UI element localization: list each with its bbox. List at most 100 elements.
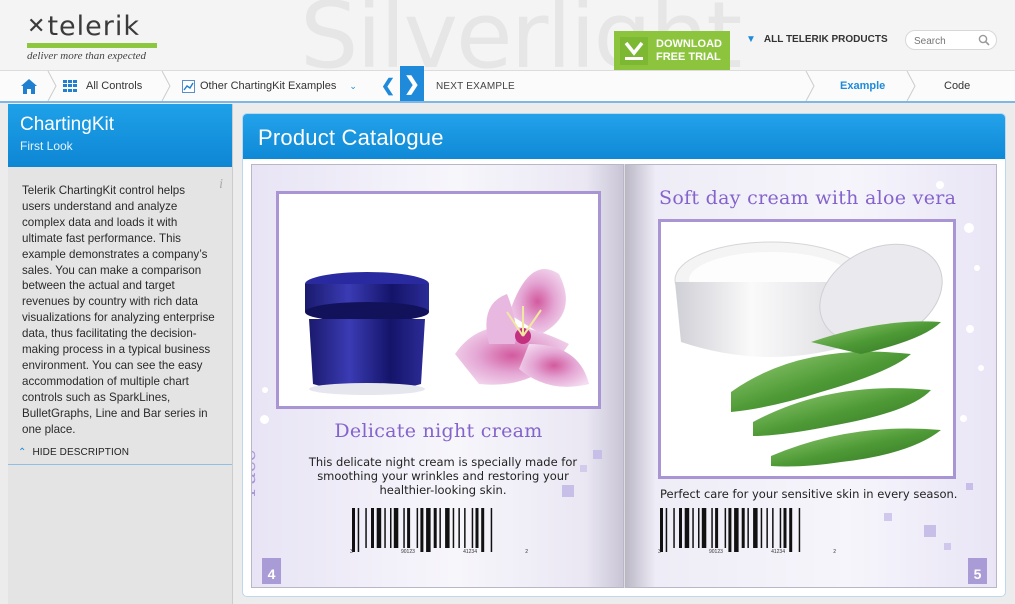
catalogue-page-right[interactable]: Soft day cream with aloe vera Perfect ca… <box>625 164 997 588</box>
barcode-bar <box>728 508 732 552</box>
barcode-digit: 90123 <box>400 549 415 555</box>
decor-square <box>924 525 936 537</box>
barcode-bar <box>711 508 713 548</box>
barcode-bar <box>772 508 774 548</box>
barcode-bar <box>376 508 382 548</box>
barcode-bar <box>365 508 367 548</box>
day-cream-photo <box>658 219 956 479</box>
day-cream-image <box>661 222 953 476</box>
download-free-trial-button[interactable]: DOWNLOAD FREE TRIAL <box>614 31 730 70</box>
sidebar-subtitle: First Look <box>20 139 73 153</box>
all-products-dropdown[interactable]: ▼ ALL TELERIK PRODUCTS <box>746 34 888 45</box>
barcode-bar <box>393 508 399 548</box>
barcode-bar <box>724 508 727 548</box>
barcode-bar <box>481 508 485 552</box>
barcode-bar <box>747 508 749 548</box>
night-cream-image <box>279 194 598 406</box>
decor-dot <box>260 415 269 424</box>
decor-square <box>593 450 602 459</box>
barcode-bar <box>433 508 437 548</box>
barcode-bar <box>390 508 392 548</box>
chevron-right-icon: ❯ <box>404 74 420 95</box>
chevron-down-icon: ⌄ <box>349 80 357 91</box>
barcode-digit: 41234 <box>463 549 477 555</box>
telerik-mark-icon: ✕ <box>27 14 47 39</box>
decor-dot <box>966 325 974 333</box>
barcode-bar <box>783 508 787 548</box>
barcode-bar <box>426 508 431 552</box>
catalogue-book[interactable]: Delicate night cream This delicate night… <box>251 164 997 588</box>
decor-dot <box>964 223 974 233</box>
tab-example[interactable]: Example <box>840 71 885 101</box>
barcode-bar <box>464 508 466 548</box>
barcode-bar <box>673 508 675 548</box>
barcode-bar <box>734 508 739 552</box>
grid-icon <box>63 80 77 92</box>
barcode-bar <box>439 508 441 548</box>
barcode-bar <box>798 508 801 552</box>
decor-dot <box>974 265 980 271</box>
barcode-bar <box>371 508 374 548</box>
home-button[interactable] <box>14 71 44 101</box>
hide-description-button[interactable]: ⌃ HIDE DESCRIPTION <box>8 446 232 460</box>
barcode-bar <box>475 508 479 548</box>
decor-square <box>966 483 973 490</box>
decor-square <box>884 513 892 521</box>
search-box[interactable] <box>905 30 997 51</box>
other-examples-dropdown[interactable]: Other ChartingKit Examples ⌄ <box>182 71 357 101</box>
product-description-day-cream: Perfect care for your sensitive skin in … <box>660 487 958 501</box>
decor-dot <box>936 181 944 189</box>
barcode-digit: 41234 <box>771 549 785 555</box>
chevron-left-icon: ❮ <box>380 76 396 95</box>
barcode-bar <box>416 508 419 548</box>
previous-example-button[interactable]: ❮ <box>378 71 398 101</box>
decor-square <box>580 465 587 472</box>
barcode-digit: 90123 <box>708 549 723 555</box>
decor-square <box>562 485 574 497</box>
barcode-bar <box>741 508 745 548</box>
decor-square <box>944 543 951 550</box>
home-icon <box>21 78 37 94</box>
catalogue-page-left[interactable]: Delicate night cream This delicate night… <box>251 164 624 588</box>
search-icon[interactable] <box>978 34 990 46</box>
chevron-down-icon: ▼ <box>746 34 756 45</box>
sidebar-description: i Telerik ChartingKit control helps user… <box>8 167 232 438</box>
barcode-bar <box>420 508 424 552</box>
download-label-line1: DOWNLOAD <box>656 38 722 50</box>
barcode-bar <box>458 508 460 548</box>
navigation-bar: All Controls Other ChartingKit Examples … <box>0 66 1015 103</box>
barcode-bar <box>760 508 763 548</box>
next-example-link[interactable]: NEXT EXAMPLE <box>436 71 515 101</box>
catalogue-title: Product Catalogue <box>243 114 1005 159</box>
barcode-bar <box>701 508 707 548</box>
product-description-night-cream: This delicate night cream is specially m… <box>308 455 578 497</box>
chart-example-icon <box>182 79 195 93</box>
nav-separator <box>47 71 57 101</box>
all-products-label: ALL TELERIK PRODUCTS <box>763 34 888 45</box>
description-sidebar: ChartingKit First Look i Telerik Chartin… <box>8 104 233 604</box>
barcode-bar <box>445 508 450 548</box>
page-number-right: 5 <box>968 558 987 584</box>
barcode-bar <box>684 508 690 548</box>
barcode-bar <box>384 508 386 548</box>
download-arrow-icon <box>620 37 648 65</box>
barcode-bar <box>715 508 719 548</box>
decor-dot <box>960 415 967 422</box>
nav-separator <box>161 71 171 101</box>
download-label-line2: FREE TRIAL <box>656 51 721 63</box>
barcode-digit: 3 <box>350 549 353 555</box>
barcode-bar <box>490 508 493 552</box>
product-title-day-cream: Soft day cream with aloe vera <box>659 187 957 209</box>
barcode-bar <box>407 508 411 548</box>
barcode-bar <box>352 508 355 552</box>
tab-code[interactable]: Code <box>944 71 970 101</box>
night-cream-photo <box>276 191 601 409</box>
barcode-bar <box>692 508 694 548</box>
search-input[interactable] <box>906 32 976 51</box>
telerik-logo[interactable]: ✕ telerik deliver more than expected <box>27 13 157 62</box>
next-example-button[interactable]: ❯ <box>400 66 424 103</box>
other-examples-label: Other ChartingKit Examples <box>200 80 337 92</box>
barcode-bar <box>779 508 782 548</box>
nav-separator <box>906 71 916 101</box>
all-controls-link[interactable]: All Controls <box>63 71 142 101</box>
